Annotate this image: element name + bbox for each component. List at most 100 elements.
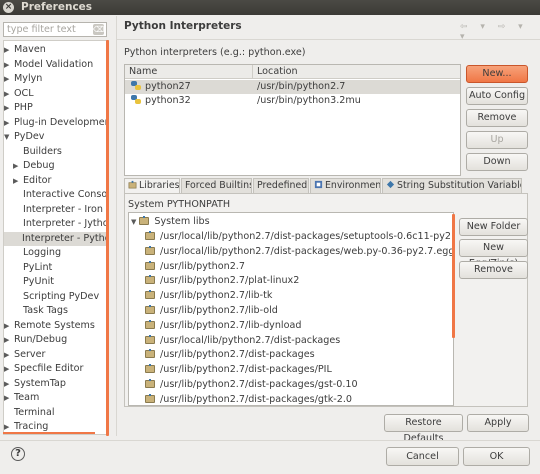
tree-item[interactable]: ▶ Server <box>4 348 45 362</box>
window-title: Preferences <box>21 1 93 13</box>
tree-item[interactable]: Interpreter - Python <box>4 231 108 246</box>
tree-item[interactable]: Interpreter - Jython <box>13 217 108 231</box>
expand-arrow-icon[interactable]: ▶ <box>4 116 14 130</box>
expand-arrow-icon[interactable]: ▶ <box>4 362 14 376</box>
tab-predefined[interactable]: Predefined <box>253 178 309 193</box>
list-item[interactable]: /usr/lib/python2.7/lib-old <box>145 304 278 318</box>
close-window-icon[interactable]: × <box>3 2 14 13</box>
expand-arrow-icon[interactable]: ▶ <box>4 377 14 391</box>
expand-arrow-icon[interactable]: ▶ <box>13 159 23 173</box>
expand-arrow-icon[interactable]: ▶ <box>13 174 23 188</box>
tree-item[interactable]: Interactive Console <box>13 188 108 202</box>
tree-item[interactable]: ▶ Model Validation <box>4 58 93 72</box>
new-folder-button[interactable]: New Folder <box>459 218 528 236</box>
tree-item[interactable]: ▶ Plug-in Development <box>4 116 108 130</box>
tree-item[interactable]: PyUnit <box>13 275 54 289</box>
expand-arrow-icon[interactable]: ▶ <box>4 319 14 333</box>
auto-config-button[interactable]: Auto Config <box>466 87 528 105</box>
tree-item[interactable]: ▶ Team <box>4 391 39 405</box>
expand-arrow-icon[interactable]: ▶ <box>4 43 14 57</box>
list-item[interactable]: /usr/lib/python2.7/plat-linux2 <box>145 274 299 288</box>
expand-arrow-icon[interactable]: ▶ <box>4 333 14 347</box>
tree-item[interactable]: ▶ Specfile Editor <box>4 362 83 376</box>
tree-item[interactable]: ▶ OCL <box>4 87 34 101</box>
list-item[interactable]: /usr/lib/python2.7/lib-tk <box>145 289 272 303</box>
tab-environment[interactable]: Environment <box>310 178 381 193</box>
tree-item[interactable]: Interpreter - Iron Pyt <box>13 203 108 217</box>
tree-item[interactable]: ▶ Maven <box>4 43 46 57</box>
library-path-icon <box>145 334 155 344</box>
tree-item-label: Task Tags <box>23 305 68 316</box>
list-item[interactable]: /usr/lib/python2.7/dist-packages/gtk-2.0 <box>145 393 352 405</box>
tree-item[interactable]: ▶ Debug <box>13 159 55 173</box>
filter-input[interactable]: type filter text ⌫ <box>3 22 107 37</box>
remove-interpreter-button[interactable]: Remove <box>466 109 528 127</box>
tree-item[interactable]: ▶ Run/Debug <box>4 333 67 347</box>
interpreter-name: python27 <box>145 81 191 92</box>
expand-arrow-icon[interactable]: ▶ <box>4 348 14 362</box>
list-item[interactable]: /usr/lib/python2.7/lib-dynload <box>145 319 301 333</box>
new-interpreter-button[interactable]: New... <box>466 65 528 83</box>
library-path: /usr/lib/python2.7/dist-packages <box>160 349 315 361</box>
tree-item[interactable]: ▼ PyDev <box>4 130 44 144</box>
table-row[interactable]: python32 /usr/bin/python3.2mu <box>125 94 460 108</box>
list-item[interactable]: /usr/lib/python2.7/dist-packages <box>145 348 315 362</box>
tab-forced-builtins[interactable]: Forced Builtins <box>181 178 252 193</box>
tree-item[interactable]: ▶ Mylyn <box>4 72 42 86</box>
tree-scrollbar[interactable] <box>106 40 109 436</box>
expand-arrow-icon[interactable]: ▶ <box>4 87 14 101</box>
list-item[interactable]: /usr/local/lib/python2.7/dist-packages/w… <box>145 245 453 259</box>
tree-item[interactable]: ▶ Editor <box>13 174 51 188</box>
tree-item-label: Mylyn <box>14 73 43 84</box>
history-nav-icons[interactable]: ⇦ ▾ ⇨ ▾ ▾ <box>460 22 534 42</box>
preferences-tree[interactable]: ▶ Maven ▶ Model Validation ▶ Mylyn ▶ OCL ▶ PHP ▶ Pl… <box>3 40 109 435</box>
list-item[interactable]: /usr/lib/python2.7/dist-packages/PIL <box>145 363 332 377</box>
libraries-icon <box>139 216 150 225</box>
tree-item[interactable]: Task Tags <box>13 304 68 318</box>
tree-item[interactable]: Scripting PyDev <box>13 290 99 304</box>
help-icon[interactable]: ? <box>11 447 25 461</box>
tree-item[interactable]: PyLint <box>13 261 52 275</box>
list-item[interactable]: /usr/lib/python2.7 <box>145 260 245 274</box>
column-header-name[interactable]: Name <box>125 65 253 79</box>
tab-libraries[interactable]: Libraries <box>124 178 180 194</box>
expand-arrow-icon[interactable]: ▶ <box>4 391 14 405</box>
tree-item[interactable]: Logging <box>13 246 61 260</box>
tree-item-label: Maven <box>14 44 46 55</box>
tree-item[interactable]: ▶ SystemTap <box>4 377 66 391</box>
interpreter-name-cell: python32 <box>131 94 191 108</box>
ok-button[interactable]: OK <box>463 447 530 466</box>
tab-label: Environment <box>325 180 381 191</box>
tree-item[interactable]: ▶ Remote Systems <box>4 319 95 333</box>
list-item[interactable]: /usr/local/lib/python2.7/dist-packages/s… <box>145 230 453 244</box>
new-egg-zip-button[interactable]: New Egg/Zip(s) <box>459 239 528 269</box>
tree-hscrollbar[interactable] <box>3 432 95 434</box>
apply-button[interactable]: Apply <box>467 414 529 432</box>
expanded-arrow-icon[interactable]: ▼ <box>4 130 14 144</box>
down-button[interactable]: Down <box>466 153 528 171</box>
clear-filter-icon[interactable]: ⌫ <box>93 24 104 35</box>
up-button[interactable]: Up <box>466 131 528 149</box>
tree-item[interactable]: ▶ PHP <box>4 101 33 115</box>
interpreters-table[interactable]: Name Location python27 /usr/bin/python2.… <box>124 64 461 176</box>
list-item[interactable]: /usr/lib/python2.7/dist-packages/gst-0.1… <box>145 378 358 392</box>
column-header-location[interactable]: Location <box>253 65 460 79</box>
remove-library-button[interactable]: Remove <box>459 261 528 279</box>
expand-arrow-icon[interactable]: ▶ <box>4 72 14 86</box>
tree-item-label: Editor <box>23 174 52 186</box>
table-row[interactable]: python27 /usr/bin/python2.7 <box>125 80 460 94</box>
cancel-button[interactable]: Cancel <box>386 447 459 466</box>
pythonpath-tree[interactable]: ▼ System libs /usr/local/lib/python2.7/di… <box>128 212 454 406</box>
expand-arrow-icon[interactable]: ▶ <box>4 101 14 115</box>
system-libs-node[interactable]: ▼ System libs <box>131 215 210 229</box>
collapse-arrow-icon[interactable]: ▼ <box>131 218 136 226</box>
tree-item[interactable]: Terminal <box>4 406 55 420</box>
list-item[interactable]: /usr/local/lib/python2.7/dist-packages <box>145 334 340 348</box>
tree-item[interactable]: Builders <box>13 145 62 159</box>
tree-item-label: Server <box>14 348 46 360</box>
restore-defaults-button[interactable]: Restore Defaults <box>384 414 463 444</box>
tab-string-substitution[interactable]: String Substitution Variables <box>382 178 522 193</box>
expand-arrow-icon[interactable]: ▶ <box>4 58 14 72</box>
libs-scrollbar[interactable] <box>452 214 455 338</box>
pane-divider[interactable] <box>116 16 117 436</box>
